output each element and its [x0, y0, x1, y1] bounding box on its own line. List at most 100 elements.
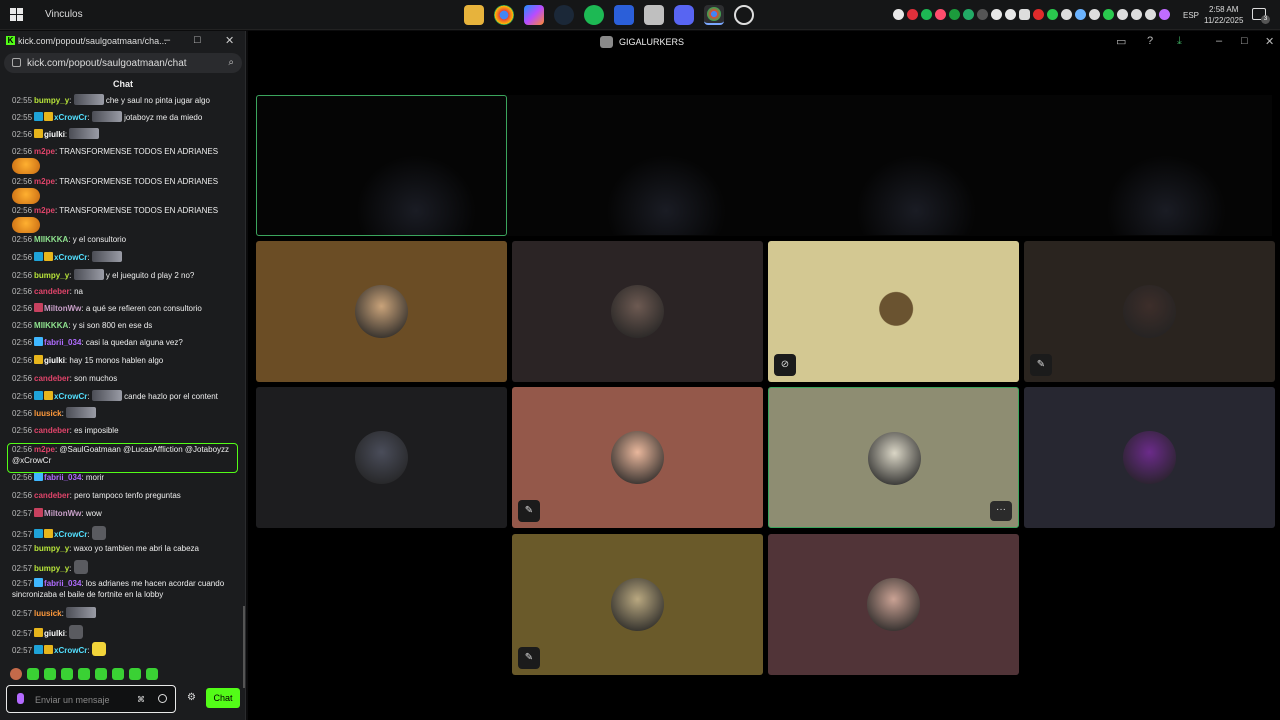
emote-icon[interactable] [10, 668, 22, 680]
close-button[interactable]: ✕ [1265, 35, 1274, 48]
message-username[interactable]: bumpy_y [34, 564, 69, 573]
windows-start-icon[interactable] [10, 8, 23, 21]
voice-tile-participant-6[interactable]: ✎ [512, 387, 763, 528]
message-username[interactable]: MIIKKKA [34, 321, 68, 330]
microphone-icon[interactable] [1019, 9, 1030, 20]
tray-app-icon[interactable] [977, 9, 988, 20]
emote-picker-icon[interactable]: ⌘ [137, 695, 145, 704]
voice-tile-participant-9[interactable]: ✎ [512, 534, 763, 675]
message-username[interactable]: bumpy_y [34, 271, 69, 280]
tray-app-icon[interactable] [935, 9, 946, 20]
tray-app-icon[interactable] [1047, 9, 1058, 20]
participant-avatar[interactable] [867, 285, 920, 338]
clock[interactable]: 2:58 AM 11/22/2025 [1204, 4, 1243, 26]
voice-tile-participant-2[interactable] [512, 241, 763, 382]
voice-tile-participant-7[interactable]: ··· [768, 387, 1019, 528]
tray-app-icon[interactable] [907, 9, 918, 20]
minimize-button[interactable]: – [1216, 35, 1222, 47]
participant-avatar[interactable] [867, 578, 920, 631]
tray-app-icon[interactable] [1061, 9, 1072, 20]
message-username[interactable]: fabrii_034 [44, 473, 81, 482]
message-username[interactable]: MiltonWw [44, 304, 81, 313]
participant-avatar[interactable] [355, 285, 408, 338]
chat-settings-icon[interactable]: ⚙ [187, 692, 196, 703]
tray-app-icon[interactable] [949, 9, 960, 20]
emote-icon[interactable] [146, 668, 158, 680]
message-username[interactable]: giulki [44, 130, 65, 139]
tray-steam-icon[interactable] [1075, 9, 1086, 20]
voice-tile-participant-10[interactable] [768, 534, 1019, 675]
chrome-icon[interactable] [494, 5, 514, 25]
site-info-icon[interactable] [12, 58, 21, 67]
emoji-icon[interactable] [158, 694, 167, 703]
emote-icon[interactable] [95, 668, 107, 680]
participant-avatar[interactable] [611, 431, 664, 484]
message-username[interactable]: giulki [44, 356, 65, 365]
emote-icon[interactable] [27, 668, 39, 680]
chat-scrollbar[interactable] [243, 606, 245, 688]
message-username[interactable]: m2pe [34, 177, 55, 186]
message-username[interactable]: luusick [34, 609, 62, 618]
participant-avatar[interactable] [1123, 285, 1176, 338]
steam-icon[interactable] [554, 5, 574, 25]
download-icon[interactable]: ⤓ [1177, 35, 1182, 48]
participant-avatar[interactable] [611, 285, 664, 338]
tray-app-icon[interactable] [893, 9, 904, 20]
emote-icon[interactable] [44, 668, 56, 680]
display-icon[interactable] [1131, 9, 1142, 20]
message-username[interactable]: xCrowCr [54, 646, 87, 655]
address-bar[interactable]: kick.com/popout/saulgoatmaan/chat ⌕ [4, 53, 242, 73]
message-username[interactable]: giulki [44, 629, 65, 638]
store-icon[interactable] [614, 5, 634, 25]
close-button[interactable]: ✕ [225, 34, 234, 47]
tray-app-icon[interactable] [963, 9, 974, 20]
chat-send-button[interactable]: Chat [206, 688, 240, 708]
emote-icon[interactable] [78, 668, 90, 680]
tray-spotify-icon[interactable] [921, 9, 932, 20]
message-username[interactable]: fabrii_034 [44, 579, 81, 588]
folder-icon[interactable] [644, 5, 664, 25]
stream-tile-selected[interactable] [256, 95, 507, 236]
voice-tile-participant-8[interactable] [1024, 387, 1275, 528]
message-username[interactable]: candeber [34, 426, 70, 435]
pen-icon[interactable] [1159, 9, 1170, 20]
tray-app-icon[interactable] [991, 9, 1002, 20]
message-username[interactable]: candeber [34, 374, 70, 383]
message-username[interactable]: xCrowCr [54, 530, 87, 539]
voice-tile-participant-5[interactable] [256, 387, 507, 528]
copilot-icon[interactable] [524, 5, 544, 25]
message-username[interactable]: bumpy_y [34, 96, 69, 105]
help-icon[interactable]: ? [1147, 35, 1153, 47]
message-username[interactable]: candeber [34, 491, 70, 500]
stream-preview[interactable] [256, 95, 1272, 236]
volume-icon[interactable] [1089, 9, 1100, 20]
message-username[interactable]: bumpy_y [34, 544, 69, 553]
search-icon[interactable]: ⌕ [228, 57, 234, 68]
participant-avatar[interactable] [355, 431, 408, 484]
message-username[interactable]: fabrii_034 [44, 338, 81, 347]
maximize-button[interactable]: □ [194, 34, 201, 46]
voice-tile-participant-3[interactable]: ⊘ [768, 241, 1019, 382]
chrome-active-icon[interactable] [704, 5, 724, 25]
notifications-icon[interactable]: 3 [1252, 8, 1270, 24]
chat-input-box[interactable]: ⌘ [6, 685, 176, 713]
chat-input[interactable] [35, 693, 130, 707]
voice-tile-participant-1[interactable] [256, 241, 507, 382]
emote-icon[interactable] [61, 668, 73, 680]
message-username[interactable]: xCrowCr [54, 113, 87, 122]
emote-icon[interactable] [129, 668, 141, 680]
spotify-icon[interactable] [584, 5, 604, 25]
voice-tile-participant-4[interactable]: ✎ [1024, 241, 1275, 382]
network-icon[interactable] [1145, 9, 1156, 20]
obs-icon[interactable] [734, 5, 754, 25]
discord-icon[interactable] [674, 5, 694, 25]
tray-app-icon[interactable] [1005, 9, 1016, 20]
microphone-icon[interactable] [17, 693, 24, 704]
tray-app-icon[interactable] [1117, 9, 1128, 20]
message-username[interactable]: m2pe [34, 206, 55, 215]
tray-app-icon[interactable] [1033, 9, 1044, 20]
message-username[interactable]: m2pe [34, 147, 55, 156]
maximize-button[interactable]: □ [1241, 35, 1248, 47]
participant-avatar[interactable] [1123, 431, 1176, 484]
language-indicator[interactable]: ESP [1183, 11, 1199, 20]
